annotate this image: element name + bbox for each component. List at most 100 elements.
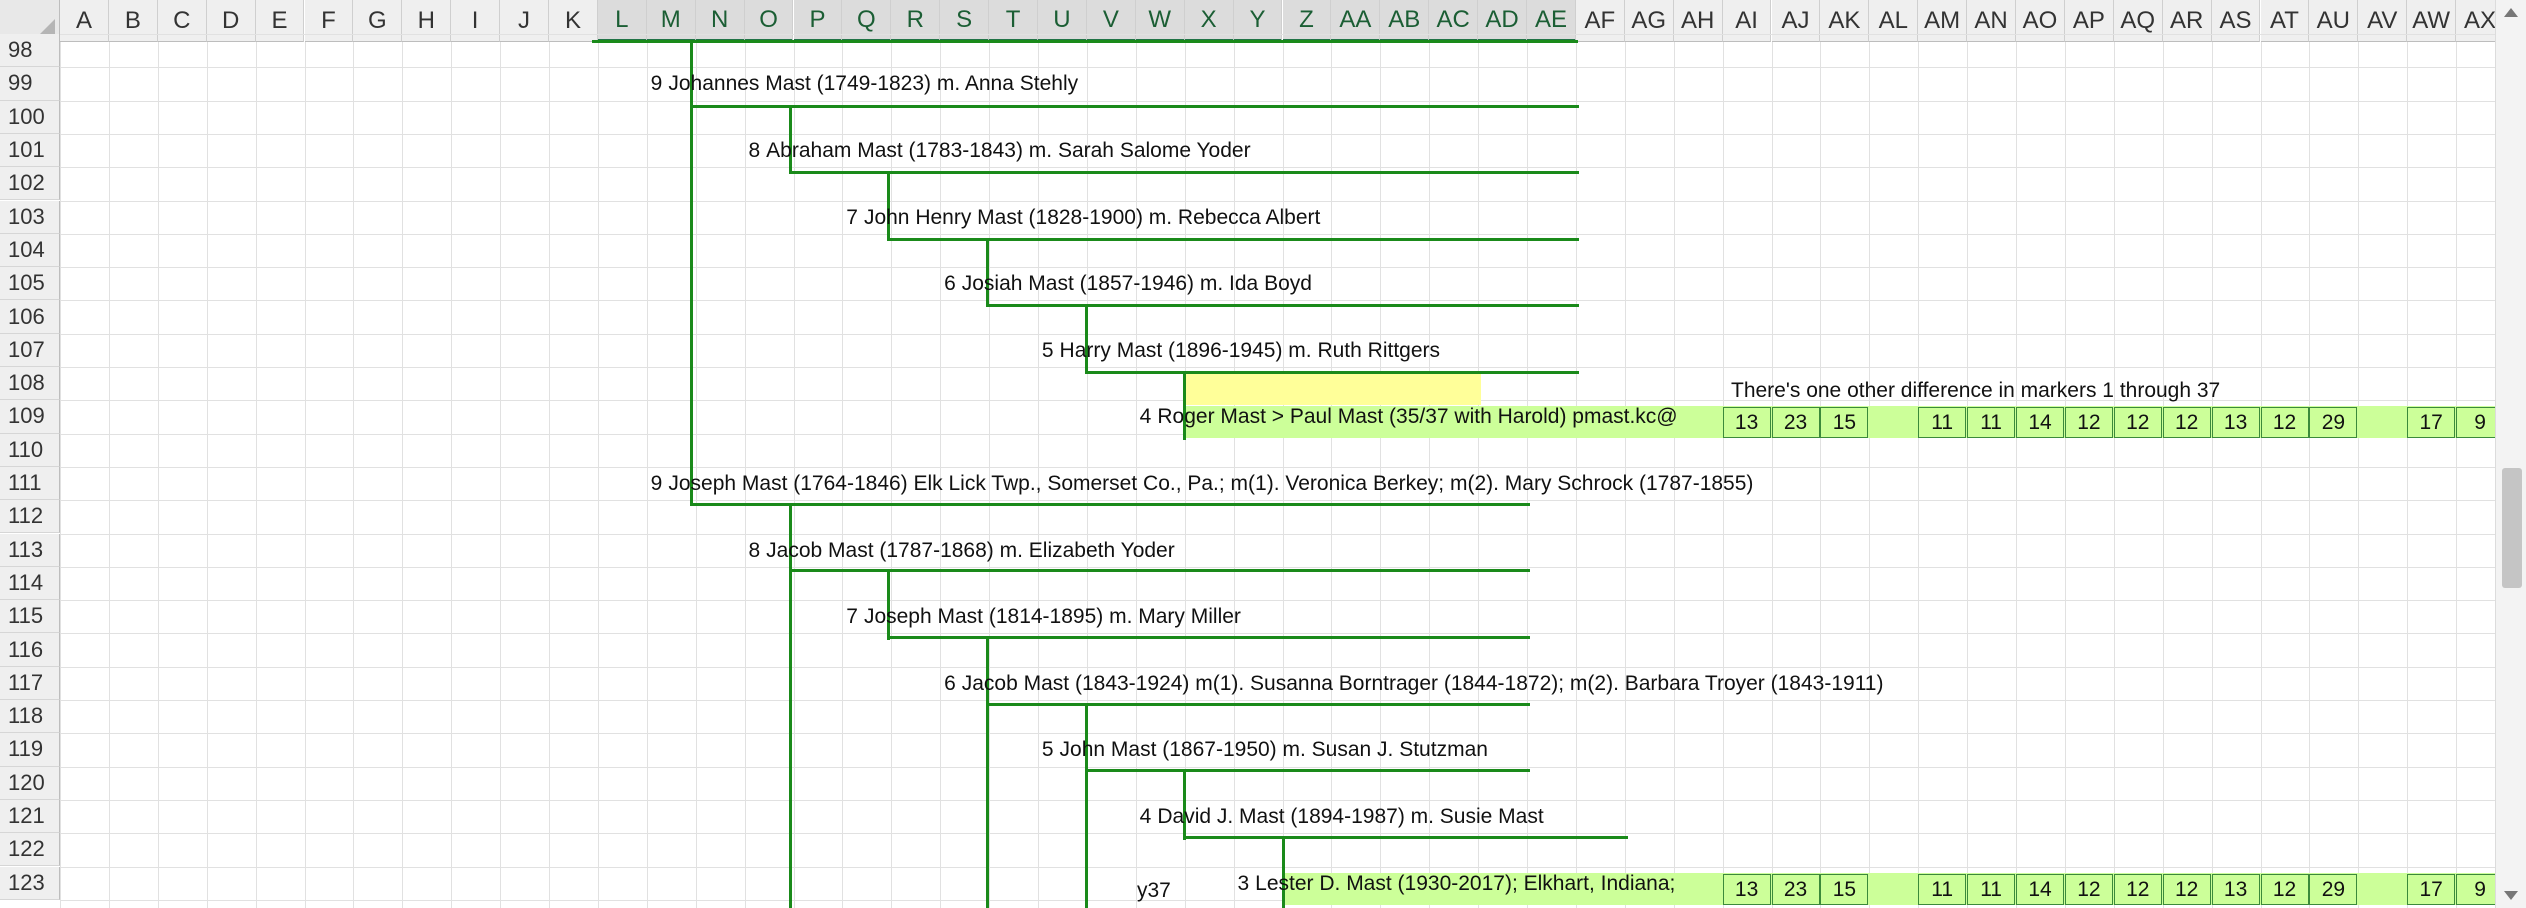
row-header-100[interactable]: 100 bbox=[0, 100, 60, 134]
column-header-AO[interactable]: AO bbox=[2016, 0, 2065, 42]
gridline-vertical bbox=[2407, 42, 2409, 908]
spreadsheet-grid[interactable]: A B C D E F G H I J K L M N O P Q R S T U V W X Y Z AA AB AC AD AE AF AG… bbox=[0, 0, 2526, 908]
column-header-AN[interactable]: AN bbox=[1967, 0, 2016, 42]
gridline-horizontal bbox=[60, 600, 2496, 602]
marker-value: 12 bbox=[2064, 407, 2113, 438]
column-header-AF[interactable]: AF bbox=[1575, 0, 1625, 42]
column-header-K[interactable]: K bbox=[549, 0, 598, 42]
tree-line-horizontal bbox=[789, 569, 1530, 572]
column-header-AH[interactable]: AH bbox=[1673, 0, 1723, 42]
entry-text: Johannes Mast (1749-1823) m. Anna Stehly bbox=[668, 72, 1079, 96]
row-header-112[interactable]: 112 bbox=[0, 500, 60, 534]
gridline-vertical bbox=[500, 42, 502, 908]
column-header-U[interactable]: U bbox=[1038, 0, 1087, 42]
marker-value: 12 bbox=[2113, 874, 2162, 905]
column-header-O[interactable]: O bbox=[744, 0, 794, 42]
column-header-I[interactable]: I bbox=[451, 0, 501, 42]
column-header-AV[interactable]: AV bbox=[2358, 0, 2408, 42]
column-header-E[interactable]: E bbox=[255, 0, 305, 42]
generation-number: 4 bbox=[1139, 405, 1152, 429]
column-header-R[interactable]: R bbox=[891, 0, 941, 42]
marker-value: 11 bbox=[1918, 874, 1967, 905]
column-header-AQ[interactable]: AQ bbox=[2113, 0, 2163, 42]
row-header-105[interactable]: 105 bbox=[0, 267, 60, 301]
row-header-109[interactable]: 109 bbox=[0, 400, 60, 434]
column-header-AJ[interactable]: AJ bbox=[1771, 0, 1821, 42]
gridline-horizontal bbox=[60, 700, 2496, 701]
row-header-123[interactable]: 123 bbox=[0, 866, 60, 900]
row-header-118[interactable]: 118 bbox=[0, 700, 60, 734]
row-header-115[interactable]: 115 bbox=[0, 600, 60, 634]
column-header-Z[interactable]: Z bbox=[1282, 0, 1332, 42]
column-header-AU[interactable]: AU bbox=[2309, 0, 2359, 42]
column-header-H[interactable]: H bbox=[402, 0, 452, 42]
tree-line-horizontal bbox=[986, 304, 1579, 307]
column-header-AI[interactable]: AI bbox=[1722, 0, 1772, 42]
column-header-N[interactable]: N bbox=[695, 0, 745, 42]
column-header-B[interactable]: B bbox=[108, 0, 158, 42]
row-header-107[interactable]: 107 bbox=[0, 333, 60, 367]
column-header-AL[interactable]: AL bbox=[1869, 0, 1919, 42]
scroll-down-icon[interactable] bbox=[2504, 891, 2518, 900]
column-header-AT[interactable]: AT bbox=[2260, 0, 2310, 42]
column-header-T[interactable]: T bbox=[989, 0, 1038, 42]
scroll-up-icon[interactable] bbox=[2504, 8, 2518, 17]
generation-number: 3 bbox=[1237, 871, 1250, 895]
gridline-horizontal bbox=[60, 533, 2496, 535]
row-header-120[interactable]: 120 bbox=[0, 766, 60, 800]
column-header-C[interactable]: C bbox=[157, 0, 207, 42]
column-header-D[interactable]: D bbox=[206, 0, 256, 42]
column-header-A[interactable]: A bbox=[60, 0, 109, 42]
row-header-104[interactable]: 104 bbox=[0, 233, 60, 268]
marker-value: 29 bbox=[2309, 874, 2358, 905]
gridline-vertical bbox=[157, 42, 159, 908]
marker-value: 29 bbox=[2309, 407, 2358, 438]
generation-number: 6 bbox=[944, 671, 956, 695]
column-header-AB[interactable]: AB bbox=[1380, 0, 1430, 42]
column-header-F[interactable]: F bbox=[304, 0, 354, 42]
row-header-108[interactable]: 108 bbox=[0, 367, 60, 401]
gridline-vertical bbox=[1771, 42, 1773, 908]
column-header-AW[interactable]: AW bbox=[2407, 0, 2457, 42]
entry-text: Joseph Mast (1764-1846) Elk Lick Twp., S… bbox=[668, 471, 1754, 495]
column-header-AD[interactable]: AD bbox=[1478, 0, 1527, 42]
column-header-P[interactable]: P bbox=[793, 0, 843, 42]
column-header-W[interactable]: W bbox=[1135, 0, 1185, 42]
column-header-AG[interactable]: AG bbox=[1624, 0, 1674, 42]
column-header-M[interactable]: M bbox=[646, 0, 696, 42]
column-header-J[interactable]: J bbox=[500, 0, 549, 42]
row-header-117[interactable]: 117 bbox=[0, 666, 60, 700]
column-header-S[interactable]: S bbox=[940, 0, 990, 42]
column-header-V[interactable]: V bbox=[1086, 0, 1136, 42]
column-header-AR[interactable]: AR bbox=[2162, 0, 2212, 42]
scroll-thumb[interactable] bbox=[2502, 468, 2522, 588]
row-header-103[interactable]: 103 bbox=[0, 200, 60, 234]
row-header-101[interactable]: 101 bbox=[0, 133, 60, 168]
row-header-122[interactable]: 122 bbox=[0, 833, 60, 867]
row-header-106[interactable]: 106 bbox=[0, 300, 60, 334]
column-header-AA[interactable]: AA bbox=[1331, 0, 1381, 42]
column-header-G[interactable]: G bbox=[353, 0, 403, 42]
row-header-113[interactable]: 113 bbox=[0, 533, 60, 567]
column-header-AK[interactable]: AK bbox=[1820, 0, 1870, 42]
row-header-98[interactable]: 98 bbox=[0, 34, 60, 68]
row-header-121[interactable]: 121 bbox=[0, 799, 60, 834]
column-header-AS[interactable]: AS bbox=[2211, 0, 2261, 42]
column-header-Y[interactable]: Y bbox=[1233, 0, 1283, 42]
row-header-111[interactable]: 111 bbox=[0, 466, 60, 501]
row-header-99[interactable]: 99 bbox=[0, 67, 60, 101]
column-header-L[interactable]: L bbox=[597, 0, 647, 42]
column-header-X[interactable]: X bbox=[1184, 0, 1234, 42]
column-header-AP[interactable]: AP bbox=[2064, 0, 2114, 42]
entry-text: John Henry Mast (1828-1900) m. Rebecca A… bbox=[863, 205, 1321, 229]
column-header-AE[interactable]: AE bbox=[1527, 0, 1576, 42]
column-header-AM[interactable]: AM bbox=[1918, 0, 1968, 42]
row-header-119[interactable]: 119 bbox=[0, 733, 60, 767]
column-header-AC[interactable]: AC bbox=[1429, 0, 1479, 42]
row-header-114[interactable]: 114 bbox=[0, 566, 60, 601]
row-header-110[interactable]: 110 bbox=[0, 433, 60, 467]
column-header-Q[interactable]: Q bbox=[842, 0, 892, 42]
row-header-116[interactable]: 116 bbox=[0, 633, 60, 667]
row-header-102[interactable]: 102 bbox=[0, 167, 60, 201]
vertical-scrollbar[interactable] bbox=[2495, 0, 2526, 908]
